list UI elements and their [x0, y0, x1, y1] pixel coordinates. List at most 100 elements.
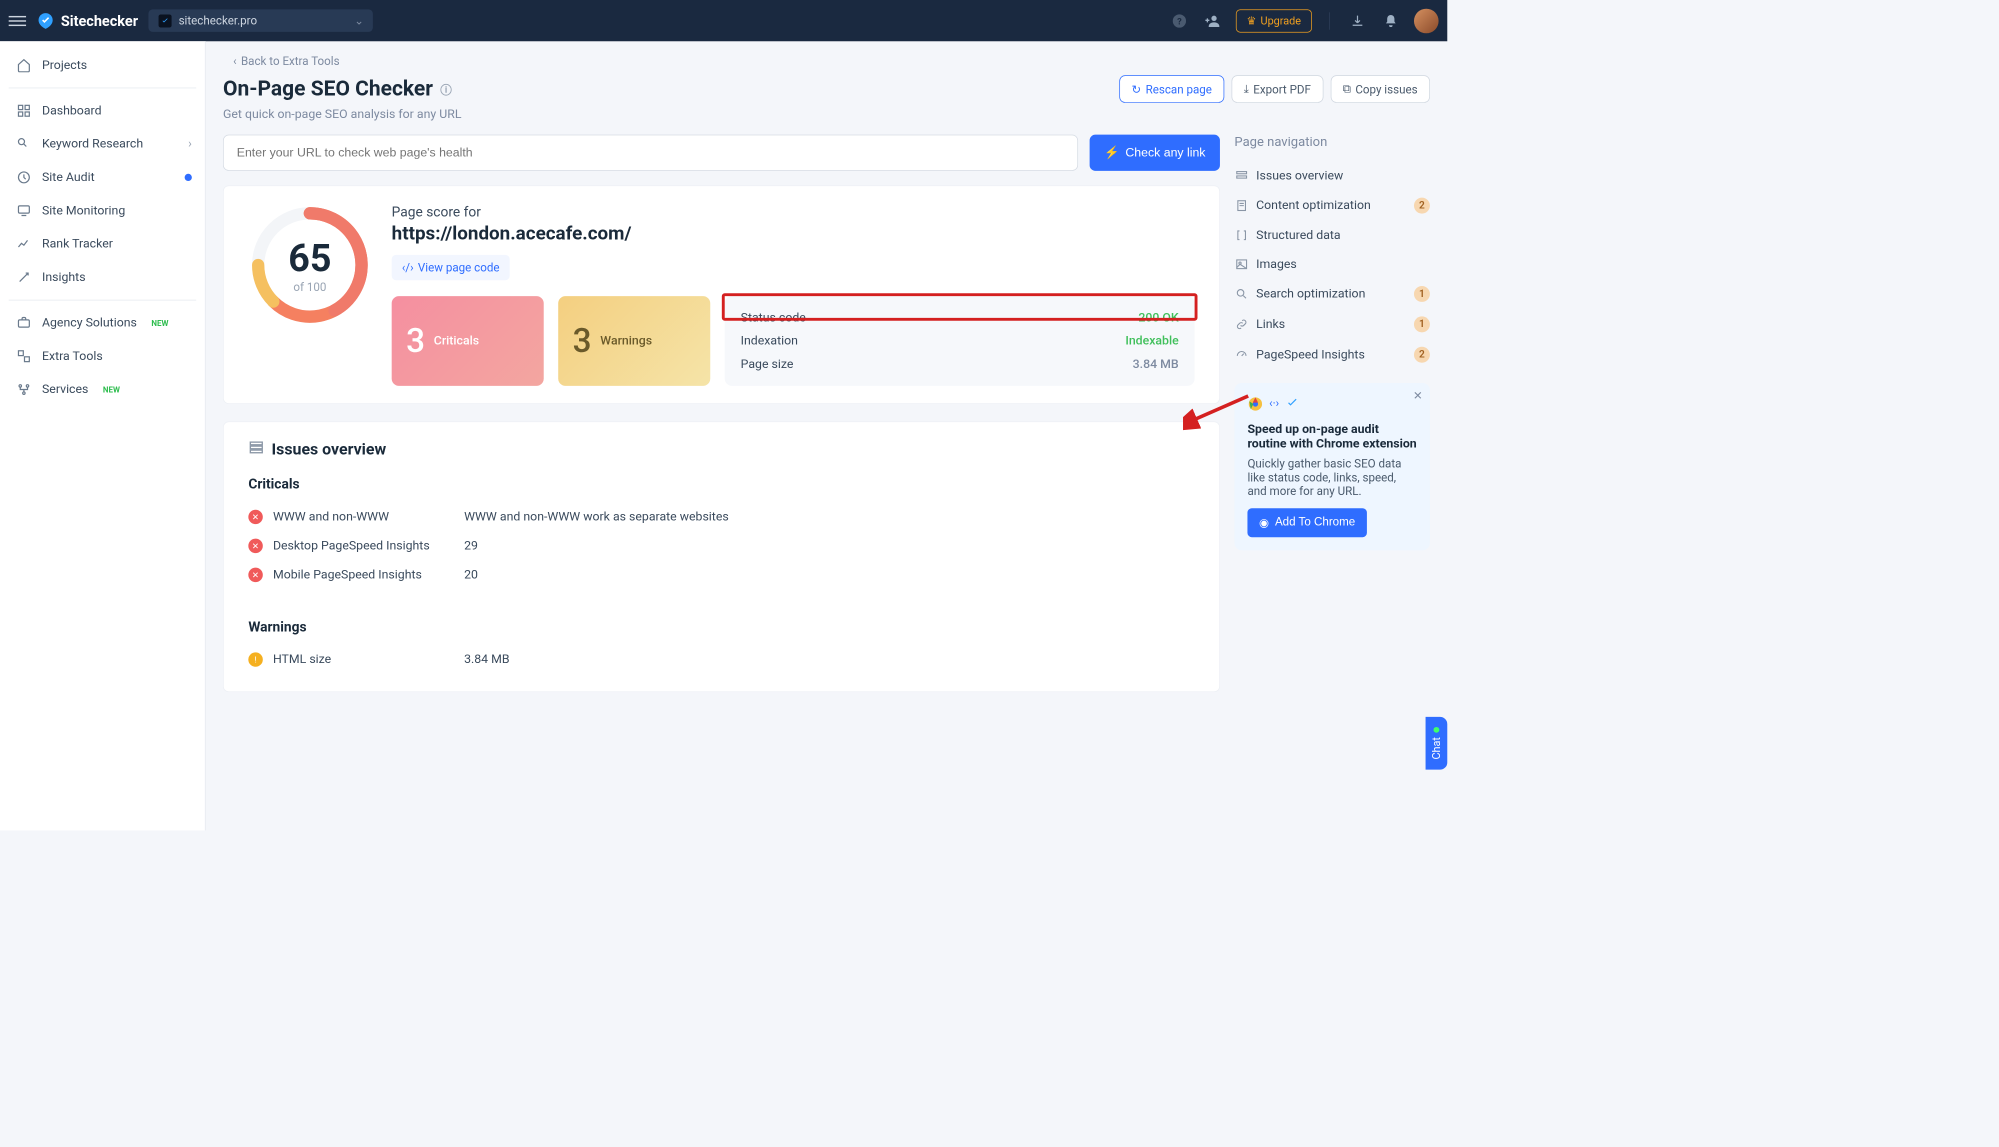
chat-tab[interactable]: Chat [1426, 717, 1448, 770]
back-link[interactable]: ‹ Back to Extra Tools [233, 54, 1430, 68]
tag-search-icon [16, 136, 32, 152]
site-dropdown-label: sitechecker.pro [179, 14, 257, 28]
issue-name: Desktop PageSpeed Insights [273, 539, 454, 553]
pnav-label: Content optimization [1256, 198, 1371, 212]
chrome-icon [1247, 396, 1263, 415]
rescan-label: Rescan page [1146, 82, 1212, 96]
btn-label: Add To Chrome [1275, 516, 1355, 529]
download-icon[interactable] [1347, 10, 1367, 30]
criticals-stat[interactable]: 3 Criticals [392, 296, 544, 386]
reload-icon: ↻ [1132, 82, 1142, 96]
chrome-extension-promo: ✕ ‹·› Speed up on-page audit routine wit… [1234, 383, 1429, 550]
help-hint-icon[interactable]: ⓘ [440, 80, 452, 97]
pnav-search-opt[interactable]: Search optimization 1 [1234, 279, 1429, 309]
image-icon [1234, 257, 1248, 271]
pnav-structured[interactable]: Structured data [1234, 221, 1429, 250]
sidebar-site-monitoring[interactable]: Site Monitoring [0, 194, 205, 227]
tools-icon [16, 348, 32, 364]
issues-overview-title: Issues overview [272, 441, 387, 459]
chat-label: Chat [1430, 737, 1443, 760]
briefcase-icon [16, 315, 32, 331]
sidebar-label: Rank Tracker [42, 237, 113, 251]
export-label: Export PDF [1253, 82, 1311, 96]
chrome-small-icon: ◉ [1259, 515, 1269, 529]
sitechecker-check-icon [1285, 396, 1299, 415]
list-icon [248, 439, 264, 459]
sidebar-extra-tools[interactable]: Extra Tools [0, 340, 205, 373]
brand-logo[interactable]: Sitechecker [36, 11, 138, 30]
rescan-button[interactable]: ↻ Rescan page [1119, 75, 1224, 103]
help-icon[interactable]: ? [1169, 10, 1189, 30]
page-title: On-Page SEO Checker ⓘ [223, 77, 452, 102]
sidebar-dashboard[interactable]: Dashboard [0, 94, 205, 127]
sidebar-label: Projects [42, 58, 87, 72]
sidebar-rank-tracker[interactable]: Rank Tracker [0, 227, 205, 260]
sidebar-label: Services [42, 382, 88, 396]
issues-overview-card: Issues overview Criticals ✕ WWW and non-… [223, 421, 1220, 692]
copy-issues-button[interactable]: ⧉ Copy issues [1330, 75, 1429, 103]
list-icon [1234, 169, 1248, 183]
warnings-section-title: Warnings [248, 618, 1194, 635]
issue-row[interactable]: ✕ Desktop PageSpeed Insights 29 [248, 531, 1194, 560]
issue-value: 20 [464, 568, 478, 582]
view-code-button[interactable]: ‹/› View page code [392, 255, 510, 280]
sidebar-label: Site Monitoring [42, 203, 125, 217]
new-badge: NEW [103, 385, 120, 394]
chevron-left-icon: ‹ [233, 54, 236, 68]
promo-title: Speed up on-page audit routine with Chro… [1247, 422, 1416, 451]
invite-user-icon[interactable] [1202, 10, 1222, 30]
check-link-button[interactable]: ⚡ Check any link [1090, 135, 1220, 171]
status-dot [1434, 727, 1440, 733]
sidebar-keyword-research[interactable]: Keyword Research › [0, 127, 205, 160]
pnav-links[interactable]: Links 1 [1234, 309, 1429, 339]
page-navigation: Page navigation Issues overview Content … [1234, 135, 1429, 710]
pnav-issues-overview[interactable]: Issues overview [1234, 161, 1429, 190]
pnav-images[interactable]: Images [1234, 250, 1429, 279]
warnings-label: Warnings [600, 334, 652, 348]
url-input[interactable] [223, 135, 1078, 171]
check-label: Check any link [1125, 146, 1205, 160]
status-value: 200 OK [1138, 311, 1178, 325]
copy-label: Copy issues [1355, 82, 1417, 96]
bell-icon[interactable] [1381, 10, 1401, 30]
issue-value: WWW and non-WWW work as separate website… [464, 510, 729, 524]
sidebar-insights[interactable]: Insights [0, 261, 205, 294]
sidebar-projects[interactable]: Projects [0, 49, 205, 82]
chevron-down-icon: ⌄ [354, 14, 364, 28]
sidebar-label: Dashboard [42, 104, 102, 118]
issue-row[interactable]: ✕ WWW and non-WWW WWW and non-WWW work a… [248, 502, 1194, 531]
warnings-count: 3 [573, 321, 592, 360]
sidebar-site-audit[interactable]: Site Audit [0, 161, 205, 194]
issue-name: HTML size [273, 652, 454, 666]
avatar[interactable] [1414, 8, 1439, 33]
menu-icon[interactable] [9, 12, 26, 29]
status-dot [185, 174, 192, 181]
issue-row[interactable]: ! HTML size 3.84 MB [248, 645, 1194, 674]
doc-icon [1234, 198, 1248, 212]
criticals-count: 3 [406, 321, 425, 360]
pnav-content-opt[interactable]: Content optimization 2 [1234, 190, 1429, 220]
export-pdf-button[interactable]: ⤓ Export PDF [1231, 75, 1323, 103]
warnings-stat[interactable]: 3 Warnings [558, 296, 710, 386]
svg-text:?: ? [1177, 16, 1182, 27]
audit-icon [16, 169, 32, 185]
services-icon [16, 382, 32, 398]
sidebar-label: Site Audit [42, 170, 95, 184]
view-code-label: View page code [418, 261, 500, 275]
site-dropdown[interactable]: sitechecker.pro ⌄ [148, 9, 372, 31]
status-key: Status code [741, 311, 806, 325]
criticals-section-title: Criticals [248, 476, 1194, 493]
sidebar-agency[interactable]: Agency Solutions NEW [0, 306, 205, 339]
pnav-pagespeed[interactable]: PageSpeed Insights 2 [1234, 340, 1429, 370]
download-icon: ⤓ [1244, 82, 1249, 96]
issue-row[interactable]: ✕ Mobile PageSpeed Insights 20 [248, 560, 1194, 589]
add-to-chrome-button[interactable]: ◉ Add To Chrome [1247, 508, 1366, 537]
close-icon[interactable]: ✕ [1413, 389, 1423, 403]
pnav-label: PageSpeed Insights [1256, 348, 1365, 362]
page-subtitle: Get quick on-page SEO analysis for any U… [223, 107, 1430, 121]
upgrade-button[interactable]: ♛ Upgrade [1236, 9, 1312, 32]
sidebar-services[interactable]: Services NEW [0, 373, 205, 406]
new-badge: NEW [151, 318, 168, 327]
brand-name: Sitechecker [61, 12, 138, 29]
pnav-label: Search optimization [1256, 287, 1365, 301]
